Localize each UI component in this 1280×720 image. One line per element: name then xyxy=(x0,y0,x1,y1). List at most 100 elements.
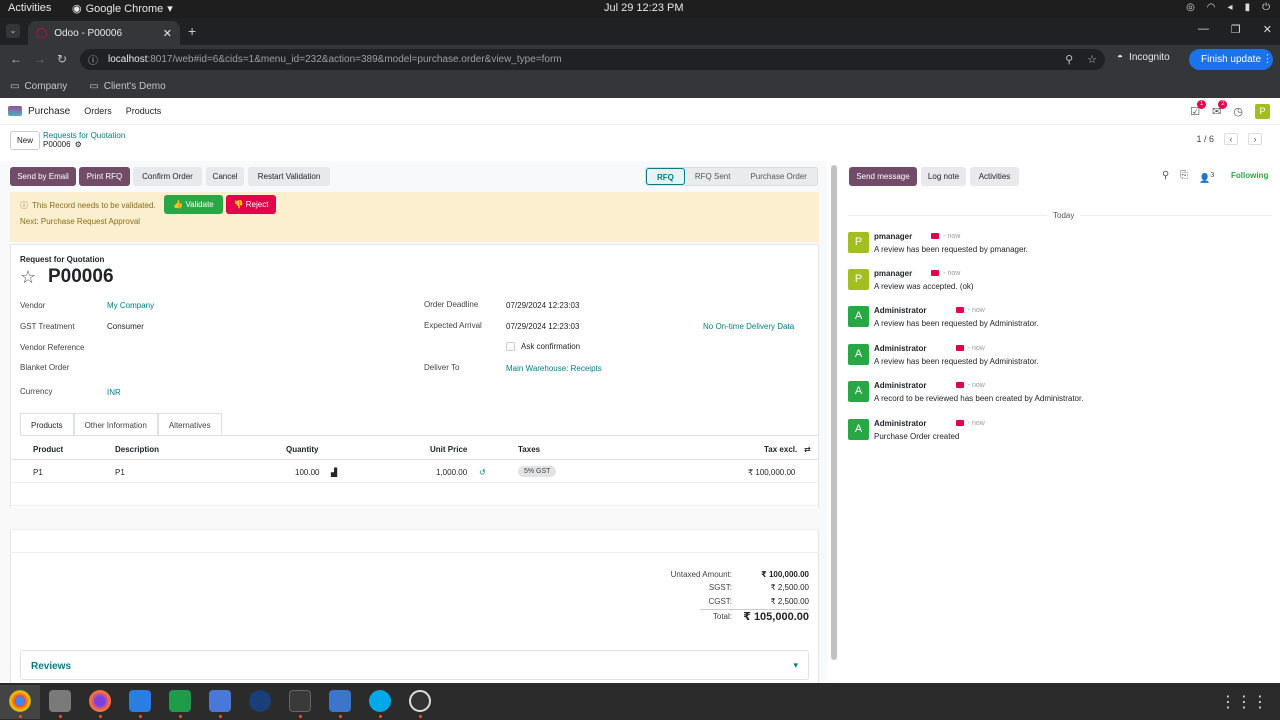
maximize-icon[interactable]: ❐ xyxy=(1231,23,1241,36)
caret-down-icon[interactable]: ▾ xyxy=(793,660,798,671)
currency-field[interactable]: INR xyxy=(107,388,121,397)
address-bar[interactable]: ⓘ localhost:8017/web#id=6&cids=1&menu_id… xyxy=(80,49,1105,70)
close-window-icon[interactable]: ✕ xyxy=(1263,23,1272,36)
column-unit-price[interactable]: Unit Price xyxy=(430,445,467,454)
column-taxes[interactable]: Taxes xyxy=(518,445,540,454)
status-purchase-order[interactable]: Purchase Order xyxy=(740,168,816,185)
restart-validation-button[interactable]: Restart Validation xyxy=(248,167,330,186)
back-icon[interactable]: ← xyxy=(10,52,22,66)
scrollbar-thumb[interactable] xyxy=(831,165,837,660)
form-scrollbar[interactable] xyxy=(830,165,838,680)
column-tax-excl[interactable]: Tax excl. xyxy=(764,445,797,454)
deliver-to-field[interactable]: Main Warehouse: Receipts xyxy=(506,364,602,373)
order-deadline-field[interactable]: 07/29/2024 12:23:03 xyxy=(506,301,579,310)
app-menu-icon[interactable] xyxy=(8,106,22,116)
pager-value[interactable]: 1 / 6 xyxy=(1196,134,1214,144)
app-menu[interactable]: ◉ Google Chrome ▾ xyxy=(72,2,173,16)
author-avatar[interactable]: P xyxy=(848,269,869,290)
vendor-reference-field[interactable] xyxy=(107,340,397,354)
optional-columns-icon[interactable]: ⇄ xyxy=(804,445,811,454)
ontime-delivery-link[interactable]: No On-time Delivery Data xyxy=(703,322,794,331)
confirm-order-button[interactable]: Confirm Order xyxy=(133,167,202,186)
author-avatar[interactable]: P xyxy=(848,232,869,253)
clock[interactable]: Jul 29 12:23 PM xyxy=(604,2,684,14)
system-tray[interactable]: ◎ ◠ ◂ ▮ ⏻ xyxy=(1186,2,1270,13)
cell-unit-price[interactable]: 1,000.00 xyxy=(436,468,467,477)
clock-app-icon[interactable] xyxy=(249,690,271,712)
attachment-icon[interactable]: ⎘ xyxy=(1180,170,1188,181)
send-message-button[interactable]: Send message xyxy=(849,167,917,186)
terminal-icon[interactable] xyxy=(289,690,311,712)
more-menu-icon[interactable]: ⋮ xyxy=(1262,52,1273,65)
blanket-order-field[interactable] xyxy=(107,360,397,374)
new-button[interactable]: New xyxy=(10,131,40,150)
gear-icon[interactable]: ⚙ xyxy=(75,140,82,149)
author-avatar[interactable]: A xyxy=(848,381,869,402)
send-by-email-button[interactable]: Send by Email xyxy=(10,167,76,186)
message-author[interactable]: Administrator xyxy=(874,344,926,353)
files-icon[interactable] xyxy=(49,690,71,712)
gst-field[interactable]: Consumer xyxy=(107,322,144,331)
validate-button[interactable]: 👍 Validate xyxy=(164,195,223,214)
message-author[interactable]: Administrator xyxy=(874,306,926,315)
cancel-button[interactable]: Cancel xyxy=(206,167,244,186)
tax-badge[interactable]: 5% GST xyxy=(518,466,557,477)
search-messages-icon[interactable]: ⚲ xyxy=(1162,170,1169,181)
author-avatar[interactable]: A xyxy=(848,344,869,365)
tab-products[interactable]: Products xyxy=(20,413,74,436)
column-quantity[interactable]: Quantity xyxy=(286,445,318,454)
minimize-icon[interactable]: — xyxy=(1198,23,1209,36)
status-rfq-sent[interactable]: RFQ Sent xyxy=(685,168,741,185)
show-apps-icon[interactable]: ⋮⋮⋮ xyxy=(1220,692,1268,712)
skype-icon[interactable] xyxy=(369,690,391,712)
print-rfq-button[interactable]: Print RFQ xyxy=(79,167,130,186)
cell-description[interactable]: P1 xyxy=(115,468,125,477)
following-button[interactable]: Following xyxy=(1231,171,1268,180)
history-icon[interactable]: ↺ xyxy=(479,468,486,477)
bookmark-clients-demo[interactable]: ▭ Client's Demo xyxy=(89,81,165,92)
bookmark-company[interactable]: ▭ Company xyxy=(10,81,67,92)
column-description[interactable]: Description xyxy=(115,445,159,454)
message-author[interactable]: Administrator xyxy=(874,381,926,390)
next-record-icon[interactable]: › xyxy=(1248,133,1262,145)
cell-product[interactable]: P1 xyxy=(33,468,43,477)
log-note-button[interactable]: Log note xyxy=(921,167,966,186)
tab-search-button[interactable]: ⌄ xyxy=(6,24,20,38)
table-row[interactable]: P1 P1 100.00 ▟ 1,000.00 ↺ 5% GST ₹ 100,0… xyxy=(10,461,819,483)
app-name[interactable]: Purchase xyxy=(28,106,70,117)
cell-quantity[interactable]: 100.00 xyxy=(295,468,319,477)
column-product[interactable]: Product xyxy=(33,445,63,454)
incognito-indicator[interactable]: ◓ Incognito xyxy=(1113,50,1174,65)
browser-tab[interactable]: ◯ Odoo - P00006 ✕ xyxy=(28,21,180,45)
ask-confirmation-checkbox[interactable] xyxy=(506,342,515,351)
message-author[interactable]: Administrator xyxy=(874,419,926,428)
author-avatar[interactable]: A xyxy=(848,419,869,440)
calc-icon[interactable] xyxy=(169,690,191,712)
author-avatar[interactable]: A xyxy=(848,306,869,327)
clock-icon[interactable]: ◷ xyxy=(1233,105,1243,118)
forward-icon[interactable]: → xyxy=(34,52,46,66)
activity-icon[interactable]: ☑ 1 xyxy=(1190,100,1207,118)
menu-products[interactable]: Products xyxy=(126,106,162,116)
reject-button[interactable]: 👎 Reject xyxy=(226,195,276,214)
reload-icon[interactable]: ↻ xyxy=(57,52,67,66)
previous-record-icon[interactable]: ‹ xyxy=(1224,133,1238,145)
finish-update-button[interactable]: Finish update xyxy=(1189,49,1273,70)
activities-button[interactable]: Activities xyxy=(970,167,1019,186)
menu-orders[interactable]: Orders xyxy=(84,106,112,116)
messaging-icon[interactable]: ✉ 2 xyxy=(1212,100,1228,118)
site-info-icon[interactable]: ⓘ xyxy=(88,52,98,67)
breadcrumb-parent[interactable]: Requests for Quotation xyxy=(43,131,125,140)
chrome-icon[interactable] xyxy=(9,690,31,712)
expected-arrival-field[interactable]: 07/29/2024 12:23:03 xyxy=(506,322,579,331)
user-avatar[interactable]: P xyxy=(1255,104,1270,119)
writer-icon[interactable] xyxy=(129,690,151,712)
activities-button[interactable]: Activities xyxy=(8,2,51,14)
screenshot-icon[interactable] xyxy=(209,690,231,712)
obs-icon[interactable] xyxy=(409,690,431,712)
firefox-icon[interactable] xyxy=(89,690,111,712)
message-author[interactable]: pmanager xyxy=(874,269,912,278)
text-editor-icon[interactable] xyxy=(329,690,351,712)
search-icon[interactable]: ⚲ xyxy=(1065,53,1073,66)
star-icon[interactable]: ☆ xyxy=(20,267,36,288)
